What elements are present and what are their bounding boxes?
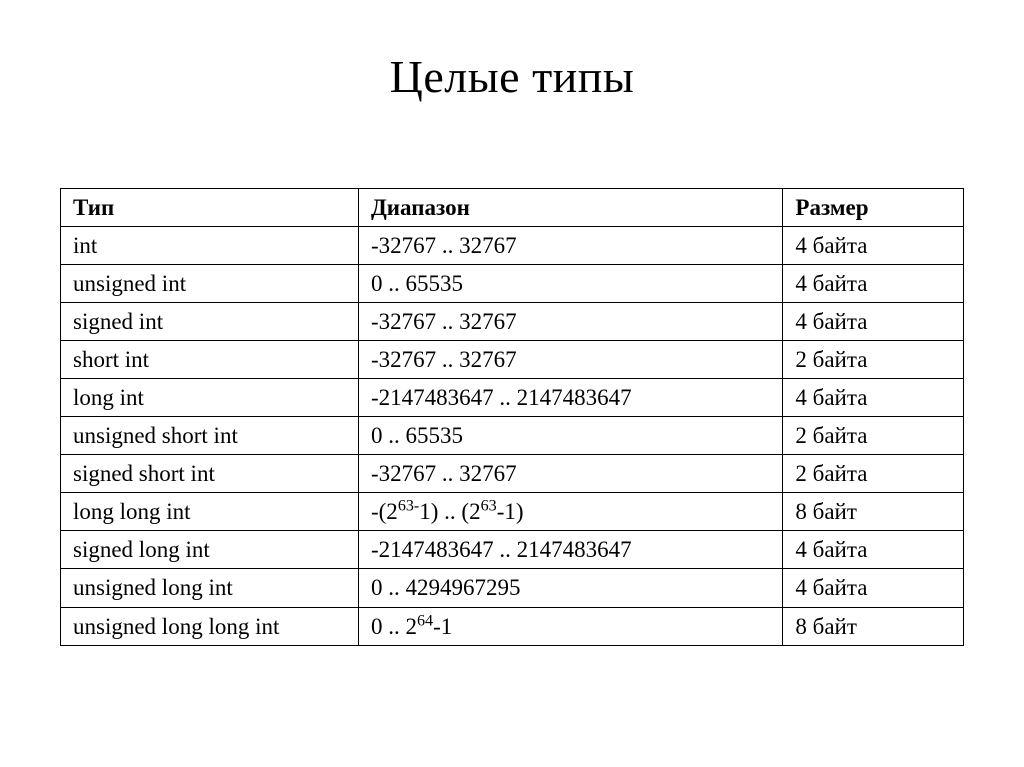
cell-range: -32767 .. 32767	[358, 303, 782, 341]
table-row: unsigned int 0 .. 65535 4 байта	[61, 265, 964, 303]
cell-range: -32767 .. 32767	[358, 227, 782, 265]
cell-size: 2 байта	[783, 417, 964, 455]
cell-range: 0 .. 264-1	[358, 607, 782, 645]
table-row: signed short int -32767 .. 32767 2 байта	[61, 455, 964, 493]
cell-range: -2147483647 .. 2147483647	[358, 379, 782, 417]
table-row: unsigned long long int 0 .. 264-1 8 байт	[61, 607, 964, 645]
cell-type: short int	[61, 341, 359, 379]
cell-size: 4 байта	[783, 531, 964, 569]
header-type: Тип	[61, 189, 359, 227]
cell-size: 4 байта	[783, 379, 964, 417]
header-range: Диапазон	[358, 189, 782, 227]
cell-range: -32767 .. 32767	[358, 341, 782, 379]
cell-size: 4 байта	[783, 303, 964, 341]
cell-range: 0 .. 65535	[358, 417, 782, 455]
cell-size: 4 байта	[783, 265, 964, 303]
table-row: long long int -(263-1) .. (263-1) 8 байт	[61, 493, 964, 531]
table-row: unsigned long int 0 .. 4294967295 4 байт…	[61, 569, 964, 607]
cell-size: 2 байта	[783, 341, 964, 379]
slide-container: Целые типы Тип Диапазон Размер int -3276…	[0, 0, 1024, 686]
cell-type: signed int	[61, 303, 359, 341]
cell-type: signed long int	[61, 531, 359, 569]
table-body: int -32767 .. 32767 4 байта unsigned int…	[61, 227, 964, 646]
cell-size: 8 байт	[783, 607, 964, 645]
cell-range: 0 .. 65535	[358, 265, 782, 303]
header-size: Размер	[783, 189, 964, 227]
cell-type: unsigned long int	[61, 569, 359, 607]
cell-type: unsigned long long int	[61, 607, 359, 645]
cell-range: -32767 .. 32767	[358, 455, 782, 493]
cell-type: unsigned short int	[61, 417, 359, 455]
cell-type: unsigned int	[61, 265, 359, 303]
cell-size: 2 байта	[783, 455, 964, 493]
table-row: signed long int -2147483647 .. 214748364…	[61, 531, 964, 569]
cell-size: 4 байта	[783, 569, 964, 607]
cell-range: -2147483647 .. 2147483647	[358, 531, 782, 569]
table-row: signed int -32767 .. 32767 4 байта	[61, 303, 964, 341]
cell-type: long int	[61, 379, 359, 417]
cell-size: 4 байта	[783, 227, 964, 265]
cell-size: 8 байт	[783, 493, 964, 531]
table-row: long int -2147483647 .. 2147483647 4 бай…	[61, 379, 964, 417]
cell-range: -(263-1) .. (263-1)	[358, 493, 782, 531]
integer-types-table: Тип Диапазон Размер int -32767 .. 32767 …	[60, 188, 964, 646]
table-row: int -32767 .. 32767 4 байта	[61, 227, 964, 265]
table-row: unsigned short int 0 .. 65535 2 байта	[61, 417, 964, 455]
cell-type: long long int	[61, 493, 359, 531]
cell-type: signed short int	[61, 455, 359, 493]
cell-type: int	[61, 227, 359, 265]
cell-range: 0 .. 4294967295	[358, 569, 782, 607]
page-title: Целые типы	[60, 50, 964, 103]
table-row: short int -32767 .. 32767 2 байта	[61, 341, 964, 379]
table-header-row: Тип Диапазон Размер	[61, 189, 964, 227]
